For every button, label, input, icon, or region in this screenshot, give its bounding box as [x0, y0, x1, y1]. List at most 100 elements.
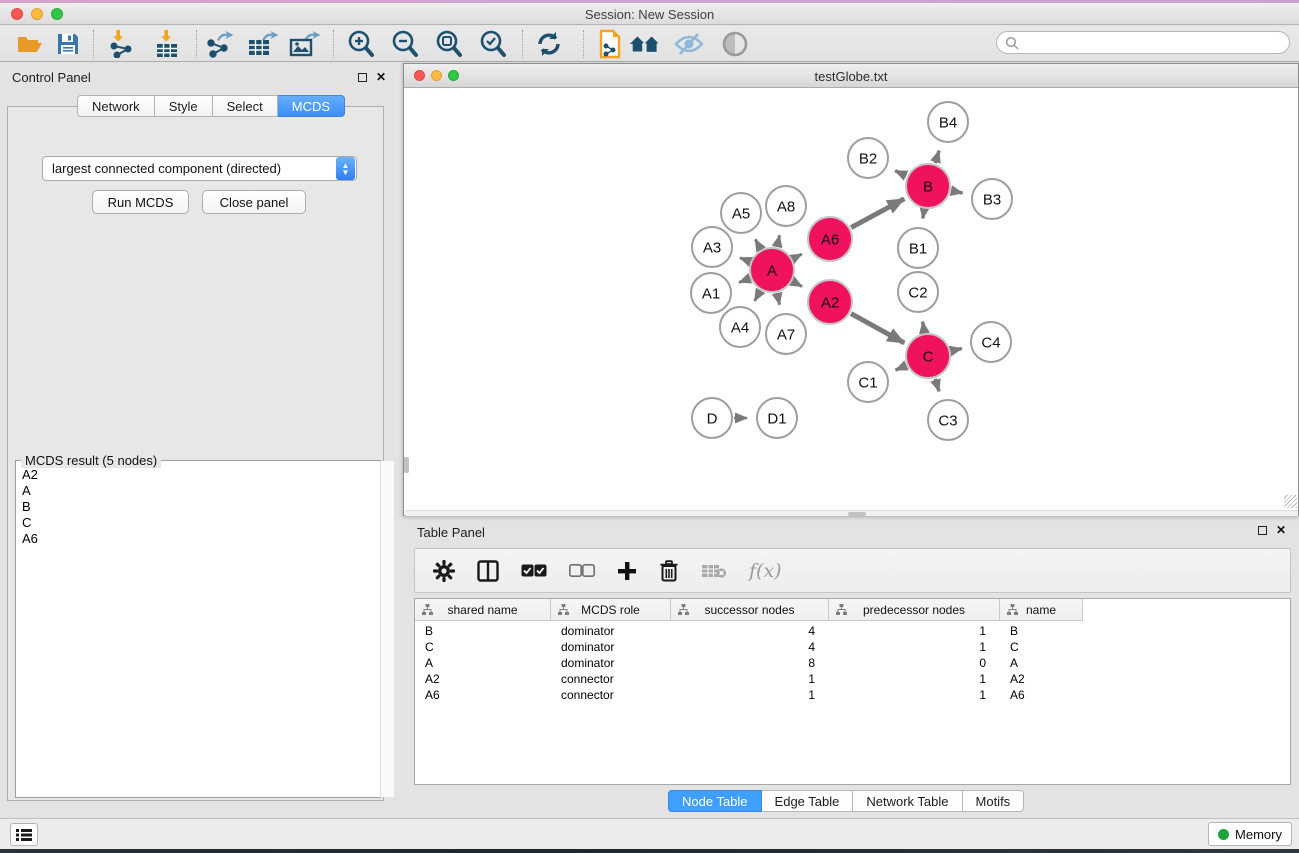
tab-style[interactable]: Style	[155, 95, 213, 117]
column-header-successor-nodes[interactable]: successor nodes	[671, 599, 829, 620]
column-header-predecessor-nodes[interactable]: predecessor nodes	[829, 599, 1000, 620]
network-horizontal-scrollbar[interactable]	[405, 510, 1298, 516]
network-canvas[interactable]: AA1A2A3A4A5A6A7A8BB1B2B3B4CC1C2C3C4DD1	[405, 89, 1298, 510]
graph-node-A5[interactable]: A5	[721, 193, 761, 233]
zoom-in-button[interactable]	[344, 29, 378, 59]
resize-grip-icon[interactable]	[1284, 495, 1297, 508]
network-vertical-scrollthumb[interactable]	[404, 457, 409, 473]
graph-node-B1[interactable]: B1	[898, 228, 938, 268]
table-row-B[interactable]: Bdominator41B	[415, 623, 1291, 639]
run-mcds-button[interactable]: Run MCDS	[92, 190, 189, 214]
column-header-shared-name[interactable]: shared name	[415, 599, 551, 620]
column-header-name[interactable]: name	[1000, 599, 1083, 620]
show-task-history-button[interactable]	[10, 823, 38, 846]
mcds-result-item[interactable]: A	[22, 483, 380, 499]
mcds-result-item[interactable]: B	[22, 499, 380, 515]
graph-edge-C-C1[interactable]	[896, 366, 906, 371]
tab-network[interactable]: Network	[77, 95, 155, 117]
graph-edge-C-C3[interactable]	[935, 379, 939, 391]
graph-edge-A-A8[interactable]	[777, 235, 779, 246]
search-field[interactable]	[996, 31, 1290, 54]
graph-node-A3[interactable]: A3	[692, 227, 732, 267]
show-graphics-details-button[interactable]	[718, 29, 752, 59]
tab-edge-table[interactable]: Edge Table	[762, 790, 854, 812]
graph-node-B3[interactable]: B3	[972, 179, 1012, 219]
import-network-button[interactable]	[105, 29, 139, 59]
tab-motifs[interactable]: Motifs	[963, 790, 1025, 812]
float-panel-icon[interactable]	[1258, 526, 1267, 535]
hide-selected-button[interactable]	[672, 29, 706, 59]
graph-edge-A-A1[interactable]	[739, 278, 749, 282]
graph-edge-A-A3[interactable]	[740, 258, 750, 262]
graph-edge-C-C2[interactable]	[923, 322, 925, 333]
criterion-dropdown[interactable]: largest connected component (directed) ▲…	[42, 156, 357, 181]
tab-node-table[interactable]: Node Table	[668, 790, 762, 812]
table-row-C[interactable]: Cdominator41C	[415, 639, 1291, 655]
graph-edge-B-B4[interactable]	[935, 151, 939, 163]
show-columns-button[interactable]	[477, 560, 499, 582]
open-file-button[interactable]	[13, 29, 47, 59]
table-settings-button[interactable]	[433, 560, 455, 582]
graph-node-A4[interactable]: A4	[720, 307, 760, 347]
graph-node-C4[interactable]: C4	[971, 322, 1011, 362]
graph-node-C2[interactable]: C2	[898, 272, 938, 312]
graph-node-D1[interactable]: D1	[757, 398, 797, 438]
graph-edge-A-A6[interactable]	[793, 254, 802, 259]
mcds-result-list[interactable]: A2ABCA6	[16, 461, 380, 797]
tab-mcds[interactable]: MCDS	[278, 95, 345, 117]
graph-edge-B-B1[interactable]	[923, 210, 924, 219]
zoom-fit-button[interactable]	[432, 29, 466, 59]
create-column-button[interactable]	[617, 561, 637, 581]
table-row-A6[interactable]: A6connector11A6	[415, 687, 1291, 703]
graph-node-B2[interactable]: B2	[848, 138, 888, 178]
graph-node-A2[interactable]: A2	[808, 280, 852, 324]
graph-node-A8[interactable]: A8	[766, 186, 806, 226]
graph-edge-A-A2[interactable]	[793, 282, 802, 287]
column-header-MCDS-role[interactable]: MCDS role	[551, 599, 671, 620]
graph-node-C1[interactable]: C1	[848, 362, 888, 402]
search-input[interactable]	[1019, 36, 1269, 50]
table-row-A2[interactable]: A2connector11A2	[415, 671, 1291, 687]
graph-node-C3[interactable]: C3	[928, 400, 968, 440]
float-panel-icon[interactable]	[358, 73, 367, 82]
tab-network-table[interactable]: Network Table	[853, 790, 962, 812]
export-network-button[interactable]	[203, 29, 237, 59]
clone-network-button[interactable]	[593, 29, 627, 59]
graph-edge-A2-C[interactable]	[851, 314, 904, 343]
graph-node-C[interactable]: C	[906, 334, 950, 378]
mcds-result-item[interactable]: A2	[22, 467, 380, 483]
graph-edge-C-C4[interactable]	[951, 349, 961, 351]
mcds-result-item[interactable]: A6	[22, 531, 380, 547]
export-table-button[interactable]	[245, 29, 279, 59]
network-window-titlebar[interactable]: testGlobe.txt	[404, 64, 1298, 88]
unselect-all-columns-button[interactable]	[569, 564, 595, 577]
graph-node-D[interactable]: D	[692, 398, 732, 438]
first-neighbors-button[interactable]	[628, 29, 662, 59]
mcds-list-scrollbar[interactable]	[380, 461, 394, 797]
select-all-columns-button[interactable]	[521, 564, 547, 577]
refresh-view-button[interactable]	[532, 29, 566, 59]
zoom-selected-button[interactable]	[476, 29, 510, 59]
graph-node-A1[interactable]: A1	[691, 273, 731, 313]
close-panel-icon[interactable]: ✕	[1276, 525, 1286, 535]
graph-edge-A6-B[interactable]	[851, 199, 904, 228]
save-session-button[interactable]	[51, 29, 85, 59]
network-horizontal-scrollthumb[interactable]	[848, 512, 866, 516]
import-table-button[interactable]	[150, 29, 184, 59]
mcds-result-item[interactable]: C	[22, 515, 380, 531]
export-image-button[interactable]	[287, 29, 321, 59]
zoom-out-button[interactable]	[388, 29, 422, 59]
table-row-A[interactable]: Adominator80A	[415, 655, 1291, 671]
graph-edge-A-A4[interactable]	[755, 291, 761, 301]
close-panel-button[interactable]: Close panel	[202, 190, 306, 214]
tab-select[interactable]: Select	[213, 95, 278, 117]
graph-node-A[interactable]: A	[750, 248, 794, 292]
graph-node-A6[interactable]: A6	[808, 217, 852, 261]
graph-edge-B-B2[interactable]	[895, 171, 906, 176]
graph-node-B4[interactable]: B4	[928, 102, 968, 142]
graph-edge-B-B3[interactable]	[952, 191, 963, 193]
memory-button[interactable]: Memory	[1208, 822, 1292, 846]
node-table[interactable]: shared nameMCDS rolesuccessor nodesprede…	[414, 598, 1291, 785]
graph-node-B[interactable]: B	[906, 164, 950, 208]
graph-edge-A-A7[interactable]	[777, 293, 779, 304]
